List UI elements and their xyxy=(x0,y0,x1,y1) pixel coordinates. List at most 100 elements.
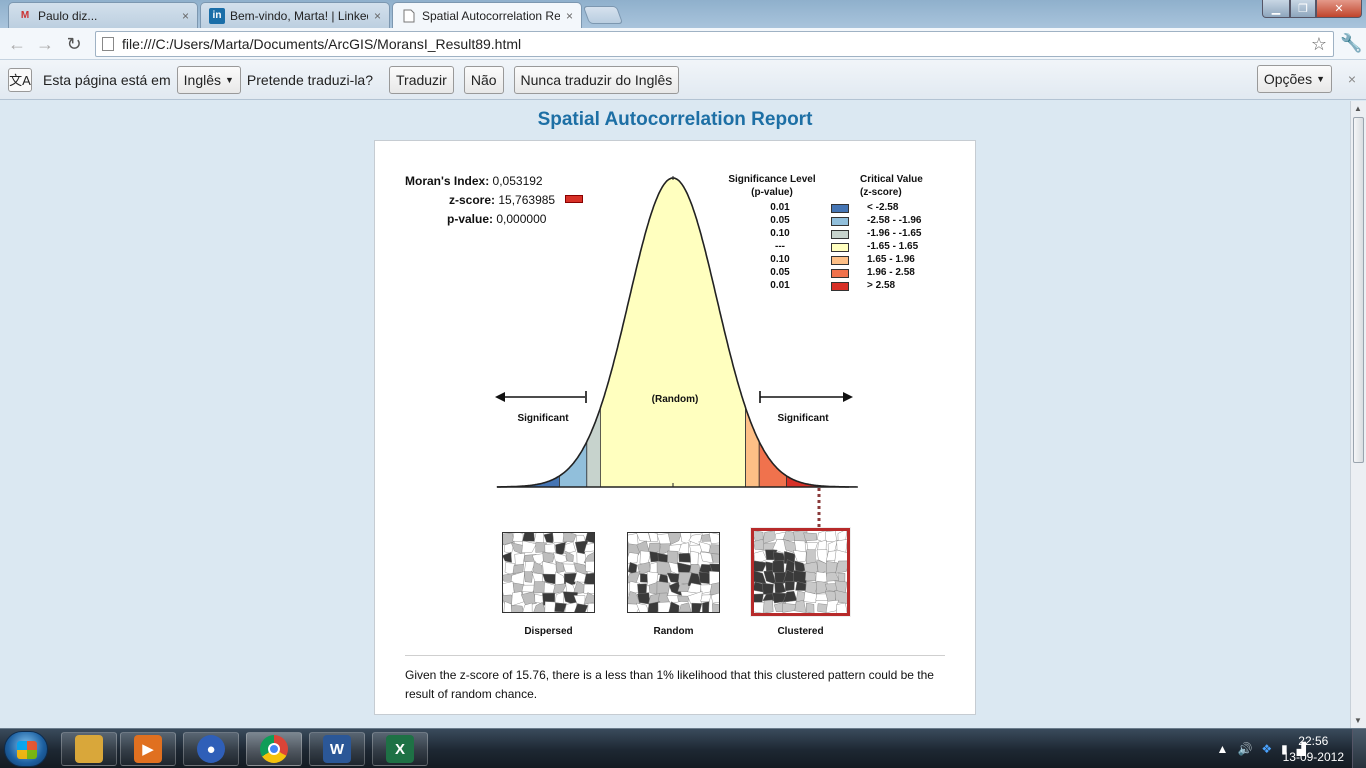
taskbar-chrome[interactable] xyxy=(246,732,302,766)
legend-z: -1.65 - 1.65 xyxy=(867,241,919,252)
taskbar-excel[interactable]: X xyxy=(372,732,428,766)
new-tab-button[interactable] xyxy=(582,6,624,24)
clock[interactable]: 22:56 13-09-2012 xyxy=(1283,733,1344,765)
excel-icon: X xyxy=(386,735,414,763)
scroll-up-icon[interactable]: ▲ xyxy=(1354,104,1362,113)
legend-p: 0.10 xyxy=(770,254,790,265)
curve-band xyxy=(586,407,601,488)
map-polygon xyxy=(679,602,692,612)
close-window-button[interactable]: ✕ xyxy=(1316,0,1362,18)
vertical-scrollbar[interactable]: ▲ ▼ xyxy=(1350,101,1366,728)
map-polygon xyxy=(656,580,671,595)
translate-question: Pretende traduzi-la? xyxy=(246,71,373,88)
map-polygon xyxy=(826,572,840,582)
map-polygon xyxy=(708,544,719,555)
legend-swatch xyxy=(831,204,849,213)
map-polygon xyxy=(762,599,774,613)
random-map xyxy=(627,532,720,613)
curve-band xyxy=(600,177,746,488)
clock-date: 13-09-2012 xyxy=(1282,750,1344,764)
map-polygon xyxy=(680,533,692,545)
scrollbar-thumb[interactable] xyxy=(1353,117,1364,463)
chrome-icon xyxy=(260,735,288,763)
tab-spatial-report[interactable]: Spatial Autocorrelation Rep × xyxy=(392,2,582,28)
start-button[interactable] xyxy=(4,731,48,767)
map-polygon xyxy=(635,602,649,612)
maximize-button[interactable]: ❐ xyxy=(1290,0,1316,18)
tab-gmail[interactable]: M Paulo diz... × xyxy=(8,2,198,28)
legend-p: 0.10 xyxy=(770,228,790,239)
map-polygon xyxy=(511,604,524,612)
significance-level-header: Significance Level (p-value) xyxy=(719,173,825,199)
volume-icon[interactable]: 🔊 xyxy=(1237,742,1252,756)
never-translate-button[interactable]: Nunca traduzir do Inglês xyxy=(513,65,680,94)
map-polygon xyxy=(806,602,815,613)
map-polygon xyxy=(836,602,847,613)
map-polygon xyxy=(754,560,767,572)
tab-close-icon[interactable]: × xyxy=(374,9,381,23)
taskbar-word[interactable]: W xyxy=(309,732,365,766)
no-button[interactable]: Não xyxy=(463,65,504,94)
map-polygon xyxy=(687,591,703,605)
minimize-button[interactable]: ▁ xyxy=(1262,0,1290,18)
map-polygon xyxy=(793,570,808,584)
wrench-icon[interactable]: 🔧 xyxy=(1340,33,1362,54)
language-value: Inglês xyxy=(183,71,221,88)
significant-right-label: Significant xyxy=(777,413,829,424)
map-polygon xyxy=(772,560,785,573)
legend-p: 0.01 xyxy=(770,202,790,213)
map-polygon xyxy=(784,580,795,592)
tab-close-icon[interactable]: × xyxy=(182,9,189,23)
map-polygon xyxy=(762,531,775,545)
translate-bar-close-icon[interactable]: × xyxy=(1348,71,1356,87)
random-map-label: Random xyxy=(653,626,694,637)
word-icon: W xyxy=(323,735,351,763)
tab-close-icon[interactable]: × xyxy=(566,9,573,23)
bookmark-star-icon[interactable]: ☆ xyxy=(1311,34,1327,55)
legend-z: 1.96 - 2.58 xyxy=(867,267,915,278)
show-desktop-button[interactable] xyxy=(1352,729,1366,768)
map-polygon xyxy=(824,531,838,543)
translate-button[interactable]: Traduzir xyxy=(389,65,454,94)
taskbar-media-player[interactable]: ▶ xyxy=(120,732,176,766)
tab-strip: M Paulo diz... × in Bem-vindo, Marta! | … xyxy=(0,0,1366,28)
map-polygon xyxy=(690,550,699,566)
legend-row: 0.10 1.65 - 1.96 xyxy=(755,254,955,267)
map-polygon xyxy=(583,584,594,594)
map-polygon xyxy=(514,552,526,566)
back-arrow-icon[interactable]: ← xyxy=(6,33,28,55)
divider xyxy=(405,655,945,656)
map-polygon xyxy=(691,602,703,612)
legend-header-line: Significance Level xyxy=(728,174,816,185)
legend-swatch xyxy=(831,282,849,291)
dropbox-icon[interactable]: ❖ xyxy=(1261,742,1272,756)
language-select[interactable]: Inglês ▼ xyxy=(176,65,241,94)
significant-left-label: Significant xyxy=(517,413,569,424)
tab-linkedin[interactable]: in Bem-vindo, Marta! | Linked × xyxy=(200,2,390,28)
dispersed-map xyxy=(502,532,595,613)
map-polygon xyxy=(702,601,710,612)
map-polygon xyxy=(761,582,774,595)
scroll-down-icon[interactable]: ▼ xyxy=(1354,716,1362,725)
reload-icon[interactable]: ↻ xyxy=(63,33,85,55)
taskbar: ▶ ● W X ▲ 🔊 ❖ ▮ ▟ 22:56 13-09-2012 xyxy=(0,728,1366,768)
forward-arrow-icon[interactable]: → xyxy=(34,33,56,55)
taskbar-explorer[interactable] xyxy=(61,732,117,766)
map-polygon xyxy=(555,561,565,574)
address-bar[interactable]: file:///C:/Users/Marta/Documents/ArcGIS/… xyxy=(95,31,1334,57)
map-polygon xyxy=(637,592,651,605)
gmail-icon: M xyxy=(20,10,30,21)
map-polygon xyxy=(805,549,816,564)
page-viewport: Spatial Autocorrelation Report Moran's I… xyxy=(0,101,1350,728)
critical-value-header: Critical Value (z-score) xyxy=(860,173,940,199)
map-polygon xyxy=(522,602,533,612)
tab-label: Bem-vindo, Marta! | Linked xyxy=(230,8,368,23)
map-polygon xyxy=(503,551,512,563)
options-button[interactable]: Opções ▼ xyxy=(1256,65,1332,93)
legend-header-line: (p-value) xyxy=(751,187,793,198)
random-label: (Random) xyxy=(652,394,699,405)
map-polygon xyxy=(585,560,594,573)
legend-z: < -2.58 xyxy=(867,202,899,213)
show-hidden-icons-icon[interactable]: ▲ xyxy=(1217,742,1229,756)
taskbar-messenger[interactable]: ● xyxy=(183,732,239,766)
